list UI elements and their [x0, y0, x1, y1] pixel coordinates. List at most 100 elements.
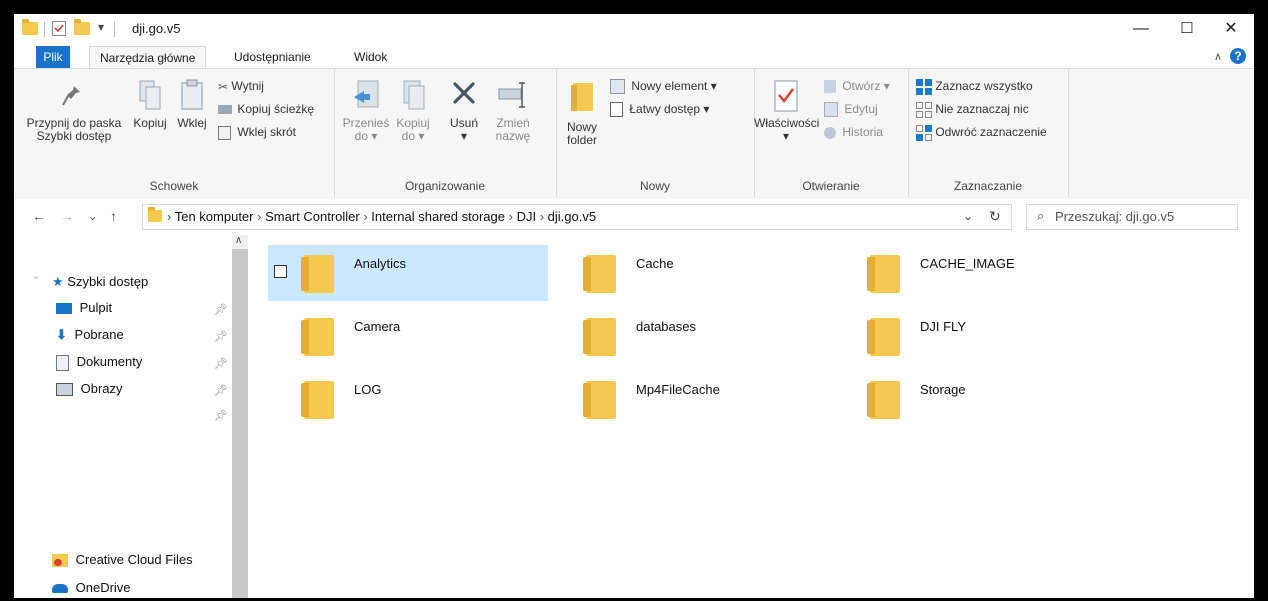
- open-button[interactable]: Otwórz ▾: [824, 79, 890, 94]
- nav-downloads[interactable]: ⬇ Pobrane: [56, 327, 124, 343]
- copy-path-button[interactable]: Kopiuj ścieżkę: [218, 102, 314, 116]
- up-arrow-icon[interactable]: ↑: [110, 208, 117, 224]
- refresh-icon[interactable]: ↻: [989, 208, 1001, 225]
- move-to-button[interactable]: Przenieś do ▾: [342, 79, 390, 143]
- group-clipboard: Przypnij do paska Szybki dostęp Kopiuj W…: [14, 69, 335, 197]
- nav-onedrive[interactable]: OneDrive: [52, 580, 131, 595]
- tab-home[interactable]: Narzędzia główne: [89, 46, 207, 69]
- properties-quick-icon[interactable]: [52, 21, 66, 37]
- select-none-button[interactable]: Nie zaznaczaj nic: [916, 102, 1029, 118]
- pin-icon[interactable]: 📌︎: [214, 384, 228, 397]
- folder-icon: [22, 19, 38, 38]
- select-all-icon: [916, 79, 932, 95]
- new-folder-quick-icon[interactable]: [74, 19, 90, 38]
- group-label: Schowek: [149, 179, 199, 193]
- breadcrumb-item[interactable]: Internal shared storage: [371, 209, 505, 224]
- folder-item[interactable]: DJI FLY: [834, 308, 1114, 364]
- search-box[interactable]: ⌕ Przeszukaj: dji.go.v5: [1026, 204, 1238, 230]
- navigation-bar: ← → ⌄ ↑ › Ten komputer › Smart Controlle…: [14, 199, 1254, 235]
- folder-item[interactable]: LOG: [268, 371, 548, 427]
- invert-selection-button[interactable]: Odwróć zaznaczenie: [916, 125, 1047, 141]
- scrollbar-thumb[interactable]: [232, 249, 248, 598]
- maximize-button[interactable]: ☐: [1164, 14, 1210, 44]
- folder-item[interactable]: Mp4FileCache: [550, 371, 830, 427]
- breadcrumb-item[interactable]: Ten komputer: [175, 209, 254, 224]
- select-checkbox[interactable]: [274, 265, 287, 278]
- delete-dropdown-arrow[interactable]: ▾: [444, 130, 484, 143]
- paste-button[interactable]: Wklej: [174, 79, 210, 130]
- nav-pictures[interactable]: Obrazy: [56, 381, 123, 397]
- breadcrumb-item[interactable]: dji.go.v5: [548, 209, 596, 224]
- nav-creative-cloud[interactable]: Creative Cloud Files: [52, 552, 193, 568]
- folder-item[interactable]: databases: [550, 308, 830, 364]
- rename-button[interactable]: Zmień nazwę: [490, 79, 536, 143]
- new-item-button[interactable]: Nowy element ▾: [610, 79, 717, 95]
- ribbon: Przypnij do paska Szybki dostęp Kopiuj W…: [14, 68, 1254, 200]
- history-button[interactable]: Historia: [824, 125, 883, 139]
- paste-label: Wklej: [177, 116, 207, 130]
- address-dropdown-icon[interactable]: ⌄: [963, 209, 973, 223]
- nav-documents[interactable]: Dokumenty: [56, 354, 142, 371]
- pin-icon[interactable]: 📌︎: [214, 357, 228, 370]
- paste-shortcut-button[interactable]: Wklej skrót: [218, 125, 296, 140]
- folder-name: DJI FLY: [920, 319, 966, 334]
- help-icon[interactable]: ?: [1230, 48, 1246, 64]
- folder-item[interactable]: Cache: [550, 245, 830, 301]
- recent-locations-chevron-icon[interactable]: ⌄: [88, 210, 97, 223]
- folder-item[interactable]: Analytics: [268, 245, 548, 301]
- minimize-button[interactable]: —: [1118, 14, 1164, 44]
- folder-icon: [867, 255, 900, 293]
- address-bar[interactable]: › Ten komputer › Smart Controller › Inte…: [142, 204, 1012, 230]
- divider: [44, 22, 45, 37]
- nav-creative-cloud-label: Creative Cloud Files: [75, 552, 193, 567]
- download-arrow-icon: ⬇: [56, 327, 67, 342]
- pin-quick-access-button[interactable]: Przypnij do paska Szybki dostęp: [18, 79, 130, 143]
- collapse-ribbon-icon[interactable]: ∧: [1214, 50, 1222, 63]
- select-all-label: Zaznacz wszystko: [935, 79, 1033, 94]
- back-arrow-icon[interactable]: ←: [32, 208, 46, 224]
- folder-icon: [301, 381, 334, 419]
- tab-file[interactable]: Plik: [36, 46, 70, 68]
- edit-button[interactable]: Edytuj: [824, 102, 878, 118]
- folder-item[interactable]: Camera: [268, 308, 548, 364]
- folder-icon: [583, 381, 616, 419]
- close-button[interactable]: ✕: [1208, 14, 1254, 44]
- scroll-up-icon[interactable]: ∧: [235, 235, 242, 246]
- folder-name: databases: [636, 319, 696, 334]
- pin-icon[interactable]: 📌︎: [214, 303, 228, 316]
- breadcrumb-item[interactable]: DJI: [517, 209, 537, 224]
- nav-desktop[interactable]: Pulpit: [56, 300, 112, 315]
- cut-button[interactable]: ✂ Wytnij: [218, 79, 264, 94]
- pin-icon[interactable]: 📌︎: [214, 409, 228, 422]
- nav-onedrive-label: OneDrive: [75, 580, 131, 595]
- copy-button[interactable]: Kopiuj: [130, 79, 170, 130]
- folder-name: Storage: [920, 382, 966, 397]
- search-placeholder: Przeszukaj: dji.go.v5: [1055, 209, 1175, 224]
- select-all-button[interactable]: Zaznacz wszystko: [916, 79, 1033, 95]
- invert-selection-label: Odwróć zaznaczenie: [935, 125, 1047, 140]
- scissors-icon: ✂: [218, 79, 229, 94]
- properties-dropdown-arrow[interactable]: ▾: [754, 130, 818, 143]
- tab-view[interactable]: Widok: [344, 46, 397, 68]
- file-explorer-window: ▾ dji.go.v5 — ☐ ✕ Plik Narzędzia główne …: [14, 14, 1254, 598]
- nav-pictures-label: Obrazy: [80, 381, 123, 396]
- nav-quick-access[interactable]: ★ Szybki dostęp: [52, 274, 148, 290]
- copy-to-button[interactable]: Kopiuj do ▾: [390, 79, 436, 143]
- folder-item[interactable]: Storage: [834, 371, 1114, 427]
- delete-button[interactable]: Usuń ▾: [444, 79, 484, 143]
- easy-access-button[interactable]: Łatwy dostęp ▾: [610, 102, 709, 118]
- group-label: Nowy: [639, 179, 670, 193]
- copy-icon: [139, 80, 161, 110]
- tab-share[interactable]: Udostępnianie: [224, 46, 321, 68]
- customize-quick-access-icon[interactable]: ▾: [98, 20, 104, 36]
- breadcrumb-item[interactable]: Smart Controller: [265, 209, 360, 224]
- cut-label: Wytnij: [231, 79, 264, 93]
- cloud-icon: [52, 584, 68, 594]
- expand-chevron-icon[interactable]: ⌄: [32, 271, 40, 282]
- folder-item[interactable]: CACHE_IMAGE: [834, 245, 1114, 301]
- new-folder-button[interactable]: Nowy folder: [562, 79, 602, 147]
- properties-button[interactable]: Właściwości ▾: [754, 79, 819, 143]
- forward-arrow-icon[interactable]: →: [60, 208, 74, 224]
- move-label-line2: do ▾: [354, 129, 378, 143]
- pin-icon[interactable]: 📌︎: [214, 330, 228, 343]
